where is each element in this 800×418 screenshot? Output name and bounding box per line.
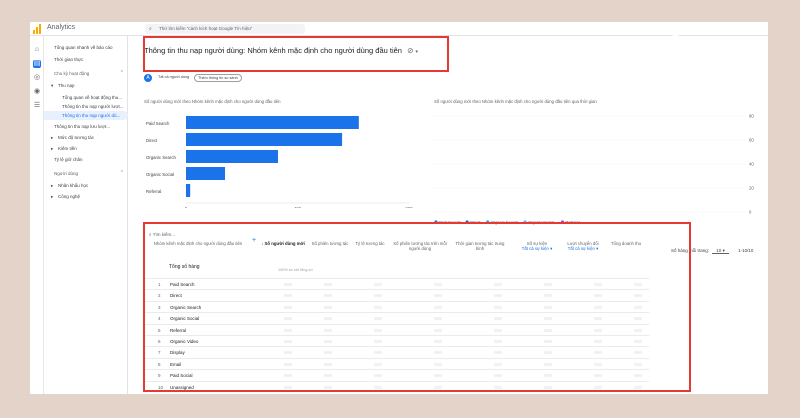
bar-chart-title: Số người dùng mới theo Nhóm kênh mặc địn… <box>144 99 281 104</box>
y-tick-label: 40 <box>749 162 754 167</box>
bar-category-label: Organic Search <box>146 155 176 160</box>
sidebar-item[interactable]: ▸ Kiếm tiền <box>44 144 128 153</box>
sidebar-item: Chu kỳ hoạt động ⌃ <box>44 69 128 78</box>
line-chart-title: Số người dùng mới theo Nhóm kênh mặc địn… <box>434 99 597 104</box>
advertising-icon[interactable]: ◉ <box>33 88 41 96</box>
x-tick-label: 800 <box>405 206 413 208</box>
search-placeholder: Thử tìm kiếm "cách kích hoạt Google Tín … <box>159 26 253 31</box>
nav-rail: ⌂ ▤ ◎ ◉ ☰ <box>30 36 44 394</box>
chevron-right-icon: ▸ <box>51 183 54 188</box>
bar[interactable] <box>186 116 359 129</box>
sidebar-item-label: Thông tin thu nạp lưu lượt... <box>54 124 111 129</box>
sidebar-item-label: Thông tin thu nạp người lượt... <box>62 104 124 109</box>
sidebar-item[interactable]: ▸ Mức độ tương tác <box>44 133 128 142</box>
rows-per-page-select[interactable]: 10 ▾ <box>712 248 729 254</box>
sidebar-item-label: Người dùng <box>54 171 78 176</box>
sidebar-item-label: Tổng quan nhanh về báo cáo <box>54 45 113 50</box>
chevron-up-icon[interactable]: ⌃ <box>120 70 124 76</box>
sidebar-item[interactable]: Tổng quan nhanh về báo cáo <box>44 43 128 52</box>
sidebar-item[interactable]: ▸ Công nghệ <box>44 192 128 201</box>
home-icon[interactable]: ⌂ <box>33 46 41 54</box>
analytics-window: Analytics ⌕ Thử tìm kiếm "cách kích hoạt… <box>30 22 768 394</box>
watermark-text: Hostify.vn <box>686 36 748 51</box>
sidebar-item-label: Tổng quan về hoạt động thu... <box>62 95 123 100</box>
bar-category-label: Direct <box>146 138 158 143</box>
sidebar-item-label: Chu kỳ hoạt động <box>54 71 90 76</box>
x-tick-label: 0 <box>185 206 188 208</box>
top-bar: Analytics ⌕ Thử tìm kiếm "cách kích hoạt… <box>30 22 768 36</box>
sidebar-item-label: Thông tin thu nạp người dù... <box>62 113 121 118</box>
search-icon: ⌕ <box>149 26 152 32</box>
sidebar-item[interactable]: Thông tin thu nạp người dù... <box>44 111 128 120</box>
sidebar-item[interactable]: ▾ Thu nạp <box>44 81 128 90</box>
segment-icon: A <box>144 74 152 82</box>
bar-category-label: Paid Search <box>146 121 170 126</box>
y-tick-label: 0 <box>749 210 752 215</box>
sidebar: Tổng quan nhanh về báo cáo Thời gian thực… <box>44 36 128 394</box>
reports-icon[interactable]: ▤ <box>33 60 41 68</box>
analytics-logo <box>33 24 41 34</box>
explore-icon[interactable]: ◎ <box>33 74 41 82</box>
x-tick-label: 400 <box>294 206 302 208</box>
y-tick-label: 80 <box>749 114 754 119</box>
sidebar-item[interactable]: Thời gian thực <box>44 55 128 64</box>
chevron-right-icon: ▸ <box>51 146 54 151</box>
highlight-box-table <box>143 222 691 392</box>
sidebar-item-label: Tỷ lệ giữ chân <box>54 157 83 162</box>
sidebar-item[interactable]: Tỷ lệ giữ chân <box>44 155 128 164</box>
line-chart: 806040200Paid Search Direct Organic Search… <box>434 114 754 225</box>
hostify-logo-icon <box>668 35 683 50</box>
chip-add-comparison[interactable]: Thêm thông tin so sánh <box>194 74 242 82</box>
sidebar-item-label: Thời gian thực <box>54 57 84 62</box>
bar-category-label: Organic Social <box>146 172 174 177</box>
search-input[interactable]: ⌕ Thử tìm kiếm "cách kích hoạt Google Tí… <box>145 24 305 34</box>
sidebar-item-label: Công nghệ <box>58 194 81 199</box>
bar[interactable] <box>186 167 226 180</box>
bar[interactable] <box>186 150 278 163</box>
highlight-box-title <box>143 36 449 72</box>
sidebar-item-label: Nhân khẩu học <box>58 183 89 188</box>
chevron-down-icon: ▾ <box>51 83 54 88</box>
sidebar-item-label: Kiếm tiền <box>58 146 77 151</box>
bar-category-label: Referral <box>146 189 161 194</box>
chevron-up-icon[interactable]: ⌃ <box>120 170 124 176</box>
sidebar-item-label: Mức độ tương tác <box>58 135 94 140</box>
bar[interactable] <box>186 184 191 197</box>
sidebar-item-label: Thu nạp <box>58 83 75 88</box>
sidebar-item[interactable]: Tổng quan về hoạt động thu... <box>44 93 128 102</box>
configure-icon[interactable]: ☰ <box>33 102 41 110</box>
sidebar-item[interactable]: Thông tin thu nạp người lượt... <box>44 102 128 111</box>
sidebar-item[interactable]: ▸ Nhân khẩu học <box>44 181 128 190</box>
app-title: Analytics <box>47 24 76 31</box>
hostify-watermark: Hostify.vn <box>668 35 748 51</box>
chevron-right-icon: ▸ <box>51 135 54 140</box>
sidebar-item[interactable]: Thông tin thu nạp lưu lượt... <box>44 122 128 131</box>
chip-all-users[interactable]: Tất cả người dùng <box>155 74 192 82</box>
page-range: 1-10/10 <box>738 248 754 253</box>
bar-chart: Paid Search Direct Organic Search Organic S… <box>146 116 413 208</box>
y-tick-label: 60 <box>749 138 754 143</box>
sidebar-item: Người dùng ⌃ <box>44 169 128 178</box>
chevron-right-icon: ▸ <box>51 194 54 199</box>
y-tick-label: 20 <box>749 186 754 191</box>
bar[interactable] <box>186 133 343 146</box>
rows-per-page-value: 10 <box>716 248 722 253</box>
